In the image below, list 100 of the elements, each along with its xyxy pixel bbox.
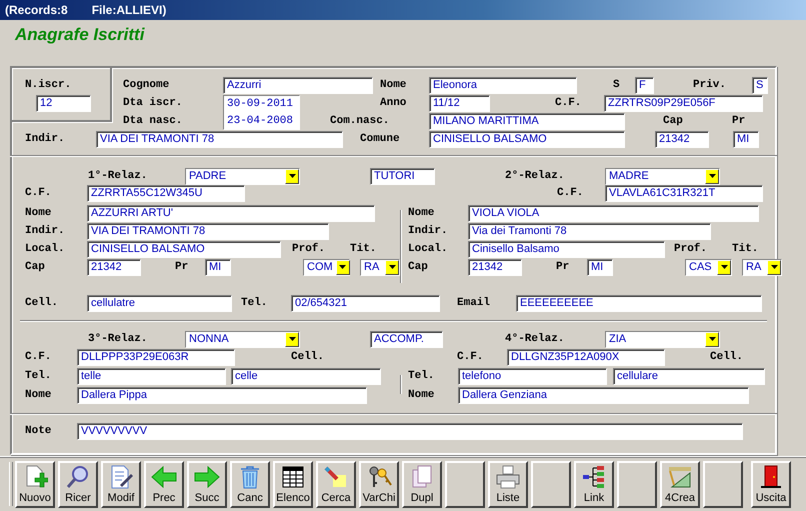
text-field[interactable]: F	[635, 76, 654, 94]
dropdown-field[interactable]: NONNA	[185, 330, 300, 348]
form-title: Anagrafe Iscritti	[15, 25, 144, 44]
text-field[interactable]: VIA DEI TRAMONTI 78	[96, 130, 343, 148]
text-field[interactable]: MILANO MARITTIMA	[429, 112, 625, 130]
dropdown-button[interactable]	[705, 332, 719, 346]
text-field[interactable]: VIA DEI TRAMONTI 78	[87, 222, 329, 240]
blank-toolbar-button[interactable]	[531, 460, 571, 508]
text-field[interactable]: MI	[733, 130, 759, 148]
text-field[interactable]: Azzurri	[223, 76, 373, 94]
table-icon	[280, 464, 306, 488]
text-field[interactable]: CINISELLO BALSAMO	[429, 130, 625, 148]
date-list[interactable]: 30-09-2011 23-04-2008	[223, 95, 300, 130]
date-text: 23-04-2008	[227, 114, 294, 128]
field-label: Local.	[408, 242, 449, 256]
blank-toolbar-button[interactable]	[617, 460, 657, 508]
text-field[interactable]: VLAVLA61C31R321T	[605, 184, 763, 202]
text-field[interactable]: 21342	[87, 258, 141, 276]
field-label: Tel.	[241, 296, 268, 310]
text-field[interactable]: cellulatre	[87, 294, 232, 312]
blank-toolbar-button[interactable]	[445, 460, 485, 508]
field-label: Cell.	[25, 296, 60, 310]
text-field[interactable]: TUTORI	[370, 168, 435, 184]
field-label: Tel.	[25, 369, 52, 383]
toolbar-button[interactable]: Liste	[488, 460, 528, 508]
toolbar-button[interactable]: Ricer	[58, 460, 98, 508]
toolbar-button[interactable]: Modif	[101, 460, 141, 508]
text-field[interactable]: telefono	[458, 368, 607, 384]
text-field[interactable]: 12	[36, 94, 91, 112]
field-label: Cap	[25, 260, 46, 274]
field-label: Com.nasc.	[330, 114, 390, 128]
text-field[interactable]: VIOLA VIOLA	[468, 204, 759, 222]
toolbar-button[interactable]: Uscita	[751, 460, 791, 508]
text-field[interactable]: Via dei Tramonti 78	[468, 222, 711, 240]
dropdown-button[interactable]	[705, 168, 719, 184]
field-label: 2°-Relaz.	[505, 169, 566, 183]
text-field[interactable]: S	[752, 76, 768, 94]
toolbar-button[interactable]: Nuovo	[15, 460, 55, 508]
text-field[interactable]: celle	[231, 368, 381, 384]
field-label: C.F.	[25, 350, 52, 364]
text-field[interactable]: AZZURRI ARTU'	[87, 204, 375, 222]
text-field[interactable]: cellulare	[613, 368, 765, 384]
toolbar-button[interactable]: Dupl	[402, 460, 442, 508]
text-field[interactable]: Cinisello Balsamo	[468, 240, 665, 258]
door-icon	[758, 464, 784, 488]
text-field[interactable]: 11/12	[429, 94, 490, 112]
field-label: Tel.	[408, 369, 436, 383]
field-label: Nome	[380, 78, 408, 92]
field-label: Nome	[25, 206, 52, 220]
text-field[interactable]: EEEEEEEEEE	[516, 294, 762, 312]
text-field[interactable]: MI	[587, 258, 613, 276]
text-field[interactable]: Dallera Genziana	[458, 386, 749, 404]
text-field[interactable]: Eleonora	[429, 76, 577, 94]
text-field[interactable]: CINISELLO BALSAMO	[87, 240, 281, 258]
toolbar-button[interactable]: Prec	[144, 460, 184, 508]
field-label: Nome	[408, 206, 436, 220]
dropdown-button[interactable]	[717, 260, 731, 274]
dropdown-field[interactable]: COM	[303, 258, 350, 276]
toolbar-button[interactable]: Link	[574, 460, 614, 508]
text-field[interactable]: VVVVVVVVV	[77, 422, 743, 440]
dropdown-field[interactable]: RA	[742, 258, 782, 276]
text-field[interactable]: 21342	[655, 130, 709, 148]
blank-toolbar-button[interactable]	[703, 460, 743, 508]
dropdown-button[interactable]	[285, 332, 299, 346]
text-field[interactable]: Dallera Pippa	[77, 386, 367, 404]
dropdown-field[interactable]: PADRE	[185, 168, 300, 184]
dropdown-button[interactable]	[285, 168, 299, 184]
records-count: (Records:8	[5, 3, 68, 17]
toolbar-button[interactable]: VarChi	[359, 460, 399, 508]
dropdown-field[interactable]: RA	[360, 258, 400, 276]
dropdown-button[interactable]	[336, 260, 350, 274]
dropdown-button[interactable]	[767, 260, 781, 274]
field-label: Indir.	[408, 224, 449, 238]
toolbar-button[interactable]: Cerca	[316, 460, 356, 508]
text-field[interactable]: ZZRTRS09P29E056F	[604, 94, 763, 112]
toolbar-button[interactable]: Canc	[230, 460, 270, 508]
dropdown-field[interactable]: CAS	[685, 258, 732, 276]
highlighter-icon	[323, 464, 349, 488]
text-field[interactable]: ACCOMP.	[370, 330, 443, 348]
text-field[interactable]: telle	[77, 368, 226, 384]
toolbar-button[interactable]: 4Crea	[660, 460, 700, 508]
field-label: Local.	[25, 242, 66, 256]
text-field[interactable]: DLLPPP33P29E063R	[77, 348, 235, 366]
caret-down-icon	[708, 174, 716, 178]
field-label: Pr	[556, 260, 570, 274]
field-label: Dta nasc.	[123, 114, 184, 128]
text-field[interactable]: DLLGNZ35P12A090X	[507, 348, 665, 366]
field-label: 4°-Relaz.	[505, 332, 566, 346]
text-field[interactable]: 21342	[468, 258, 522, 276]
field-label: Prof.	[674, 242, 708, 256]
dropdown-button[interactable]	[385, 260, 399, 274]
text-field[interactable]: ZZRRTA55C12W345U	[87, 184, 245, 202]
field-label: Anno	[380, 96, 408, 110]
text-field[interactable]: MI	[205, 258, 231, 276]
text-field[interactable]: 02/654321	[291, 294, 440, 312]
dropdown-field[interactable]: ZIA	[605, 330, 720, 348]
toolbar-button[interactable]: Succ	[187, 460, 227, 508]
dropdown-field[interactable]: MADRE	[605, 168, 720, 184]
toolbar-button[interactable]: Elenco	[273, 460, 313, 508]
field-label: N.iscr.	[25, 78, 72, 92]
